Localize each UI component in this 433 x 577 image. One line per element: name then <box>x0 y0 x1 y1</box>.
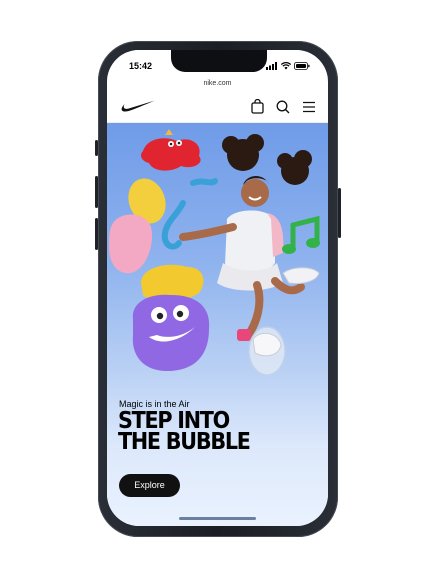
browser-url[interactable]: nike.com <box>107 76 328 92</box>
purple-face-character <box>132 294 210 371</box>
phone-screen: 15:42 nike.com Magic is in the Air STEP … <box>107 50 328 526</box>
hero-headline: STEP INTO THE BUBBLE <box>118 410 251 455</box>
phone-power-button <box>338 188 341 238</box>
home-indicator[interactable] <box>179 517 256 520</box>
page-canvas: 15:42 nike.com Magic is in the Air STEP … <box>0 0 433 577</box>
hero-headline-line2: THE BUBBLE <box>118 429 251 455</box>
wifi-icon <box>281 62 291 70</box>
bag-icon[interactable] <box>251 99 264 114</box>
site-nav <box>107 92 328 123</box>
green-music-note <box>282 215 320 254</box>
hero-banner[interactable]: Magic is in the Air STEP INTO THE BUBBLE… <box>107 123 328 526</box>
red-bubble-character <box>141 129 201 171</box>
search-icon[interactable] <box>276 100 290 114</box>
signal-icon <box>266 62 277 70</box>
hair-puffs <box>222 134 312 185</box>
menu-icon[interactable] <box>302 101 316 113</box>
status-bar: 15:42 <box>107 50 328 78</box>
nike-swoosh-icon[interactable] <box>121 100 155 112</box>
pink-bubble <box>109 214 153 274</box>
status-icons <box>266 62 310 70</box>
nav-icons <box>251 99 316 114</box>
camera-notch <box>171 50 267 72</box>
battery-icon <box>294 62 310 70</box>
explore-button[interactable]: Explore <box>119 474 180 497</box>
hero-illustration <box>109 129 320 376</box>
status-time: 15:42 <box>129 61 153 71</box>
